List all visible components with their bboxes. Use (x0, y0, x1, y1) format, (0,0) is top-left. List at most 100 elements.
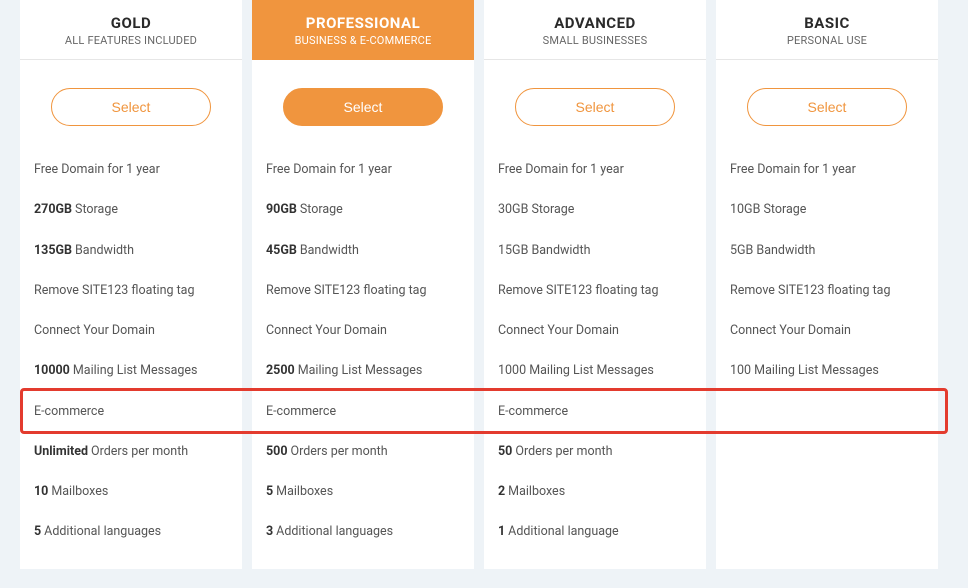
select-button[interactable]: Select (747, 88, 907, 126)
feature-text: Orders per month (515, 444, 612, 460)
feature-text: Mailboxes (51, 484, 108, 500)
plan-gold: GOLD ALL FEATURES INCLUDED Select Free Doma… (20, 0, 252, 569)
feature-bold: 5 (34, 524, 41, 540)
feature-text: Mailboxes (508, 484, 565, 500)
feature-text: Mailboxes (276, 484, 333, 500)
plan-title: BASIC (724, 14, 930, 32)
plan-subtitle: ALL FEATURES INCLUDED (28, 34, 234, 47)
plan-advanced: ADVANCED SMALL BUSINESSES Select Free Domai… (484, 0, 716, 569)
feature-row: 15GB Bandwidth (496, 231, 694, 271)
feature-text: 1000 Mailing List Messages (498, 363, 654, 379)
plan-subtitle: BUSINESS & E-COMMERCE (260, 34, 466, 47)
feature-row: 2500Mailing List Messages (264, 351, 462, 391)
feature-bold: 50 (498, 444, 512, 460)
select-button[interactable]: Select (283, 88, 443, 126)
plan-title: GOLD (28, 14, 234, 32)
select-wrap: Select (252, 60, 474, 150)
feature-text: Connect Your Domain (730, 323, 851, 339)
feature-bold: 2500 (266, 363, 295, 379)
feature-row: UnlimitedOrders per month (32, 432, 230, 472)
feature-text: Additional language (508, 524, 619, 540)
feature-row: 30GB Storage (496, 190, 694, 230)
feature-row (728, 472, 926, 512)
feature-bold: Unlimited (34, 444, 88, 460)
plan-basic: BASIC PERSONAL USE Select Free Domain for 1… (716, 0, 948, 569)
select-wrap: Select (484, 60, 706, 150)
feature-text: Mailing List Messages (298, 363, 423, 379)
feature-row: Connect Your Domain (728, 311, 926, 351)
plan-title: PROFESSIONAL (260, 14, 466, 32)
feature-row: Remove SITE123 floating tag (496, 271, 694, 311)
feature-text: Additional languages (276, 524, 393, 540)
feature-row: Free Domain for 1 year (496, 150, 694, 190)
select-button[interactable]: Select (51, 88, 211, 126)
feature-row: 500Orders per month (264, 432, 462, 472)
feature-row: 100 Mailing List Messages (728, 351, 926, 391)
feature-row: Remove SITE123 floating tag (32, 271, 230, 311)
feature-text: E-commerce (266, 404, 336, 420)
feature-bold: 45GB (266, 243, 297, 259)
feature-bold: 10 (34, 484, 48, 500)
feature-list: Free Domain for 1 year270GBStorage135GBB… (20, 150, 242, 569)
feature-text: 30GB Storage (498, 202, 574, 218)
feature-text: 10GB Storage (730, 202, 806, 218)
feature-row (728, 432, 926, 472)
feature-row: 5Mailboxes (264, 472, 462, 512)
feature-row: Connect Your Domain (496, 311, 694, 351)
feature-text: Connect Your Domain (34, 323, 155, 339)
plan-title: ADVANCED (492, 14, 698, 32)
feature-text: Remove SITE123 floating tag (498, 283, 659, 299)
feature-text: 15GB Bandwidth (498, 243, 590, 259)
feature-row: 90GBStorage (264, 190, 462, 230)
feature-bold: 3 (266, 524, 273, 540)
feature-row: 10GB Storage (728, 190, 926, 230)
feature-text: E-commerce (498, 404, 568, 420)
feature-row: 270GBStorage (32, 190, 230, 230)
pricing-table: GOLD ALL FEATURES INCLUDED Select Free Doma… (0, 0, 968, 569)
plan-subtitle: SMALL BUSINESSES (492, 34, 698, 47)
feature-text: Storage (300, 202, 343, 218)
feature-row: 5GB Bandwidth (728, 231, 926, 271)
feature-bold: 135GB (34, 243, 72, 259)
feature-bold: 500 (266, 444, 288, 460)
feature-row: 1000 Mailing List Messages (496, 351, 694, 391)
feature-row: Connect Your Domain (32, 311, 230, 351)
feature-bold: 270GB (34, 202, 72, 218)
feature-row: Remove SITE123 floating tag (728, 271, 926, 311)
feature-row: 5Additional languages (32, 512, 230, 552)
feature-text: Free Domain for 1 year (498, 162, 624, 178)
feature-bold: 1 (498, 524, 505, 540)
feature-bold: 5 (266, 484, 273, 500)
feature-row: Connect Your Domain (264, 311, 462, 351)
feature-text: Bandwidth (75, 243, 134, 259)
select-button[interactable]: Select (515, 88, 675, 126)
feature-row: 45GBBandwidth (264, 231, 462, 271)
feature-text: Remove SITE123 floating tag (266, 283, 427, 299)
feature-list: Free Domain for 1 year90GBStorage45GBBan… (252, 150, 474, 569)
feature-row: Remove SITE123 floating tag (264, 271, 462, 311)
feature-text: Storage (75, 202, 118, 218)
feature-row: 2Mailboxes (496, 472, 694, 512)
feature-bold: 2 (498, 484, 505, 500)
feature-list: Free Domain for 1 year10GB Storage5GB Ba… (716, 150, 938, 568)
feature-bold: 90GB (266, 202, 297, 218)
feature-list: Free Domain for 1 year 30GB Storage 15GB B… (484, 150, 706, 569)
feature-row: Free Domain for 1 year (264, 150, 462, 190)
feature-text: Orders per month (291, 444, 388, 460)
feature-text: Connect Your Domain (266, 323, 387, 339)
feature-text: Remove SITE123 floating tag (34, 283, 195, 299)
feature-row: 1Additional language (496, 512, 694, 552)
feature-text: Bandwidth (300, 243, 359, 259)
feature-row (728, 512, 926, 552)
plan-header: GOLD ALL FEATURES INCLUDED (20, 0, 242, 60)
feature-text: 100 Mailing List Messages (730, 363, 879, 379)
plan-subtitle: PERSONAL USE (724, 34, 930, 47)
feature-row: 50Orders per month (496, 432, 694, 472)
feature-row: E-commerce (32, 392, 230, 432)
plan-header: PROFESSIONAL BUSINESS & E-COMMERCE (252, 0, 474, 60)
feature-row: 10000Mailing List Messages (32, 351, 230, 391)
feature-row: 10Mailboxes (32, 472, 230, 512)
feature-row: Free Domain for 1 year (32, 150, 230, 190)
feature-text: E-commerce (34, 404, 104, 420)
plan-header: BASIC PERSONAL USE (716, 0, 938, 60)
